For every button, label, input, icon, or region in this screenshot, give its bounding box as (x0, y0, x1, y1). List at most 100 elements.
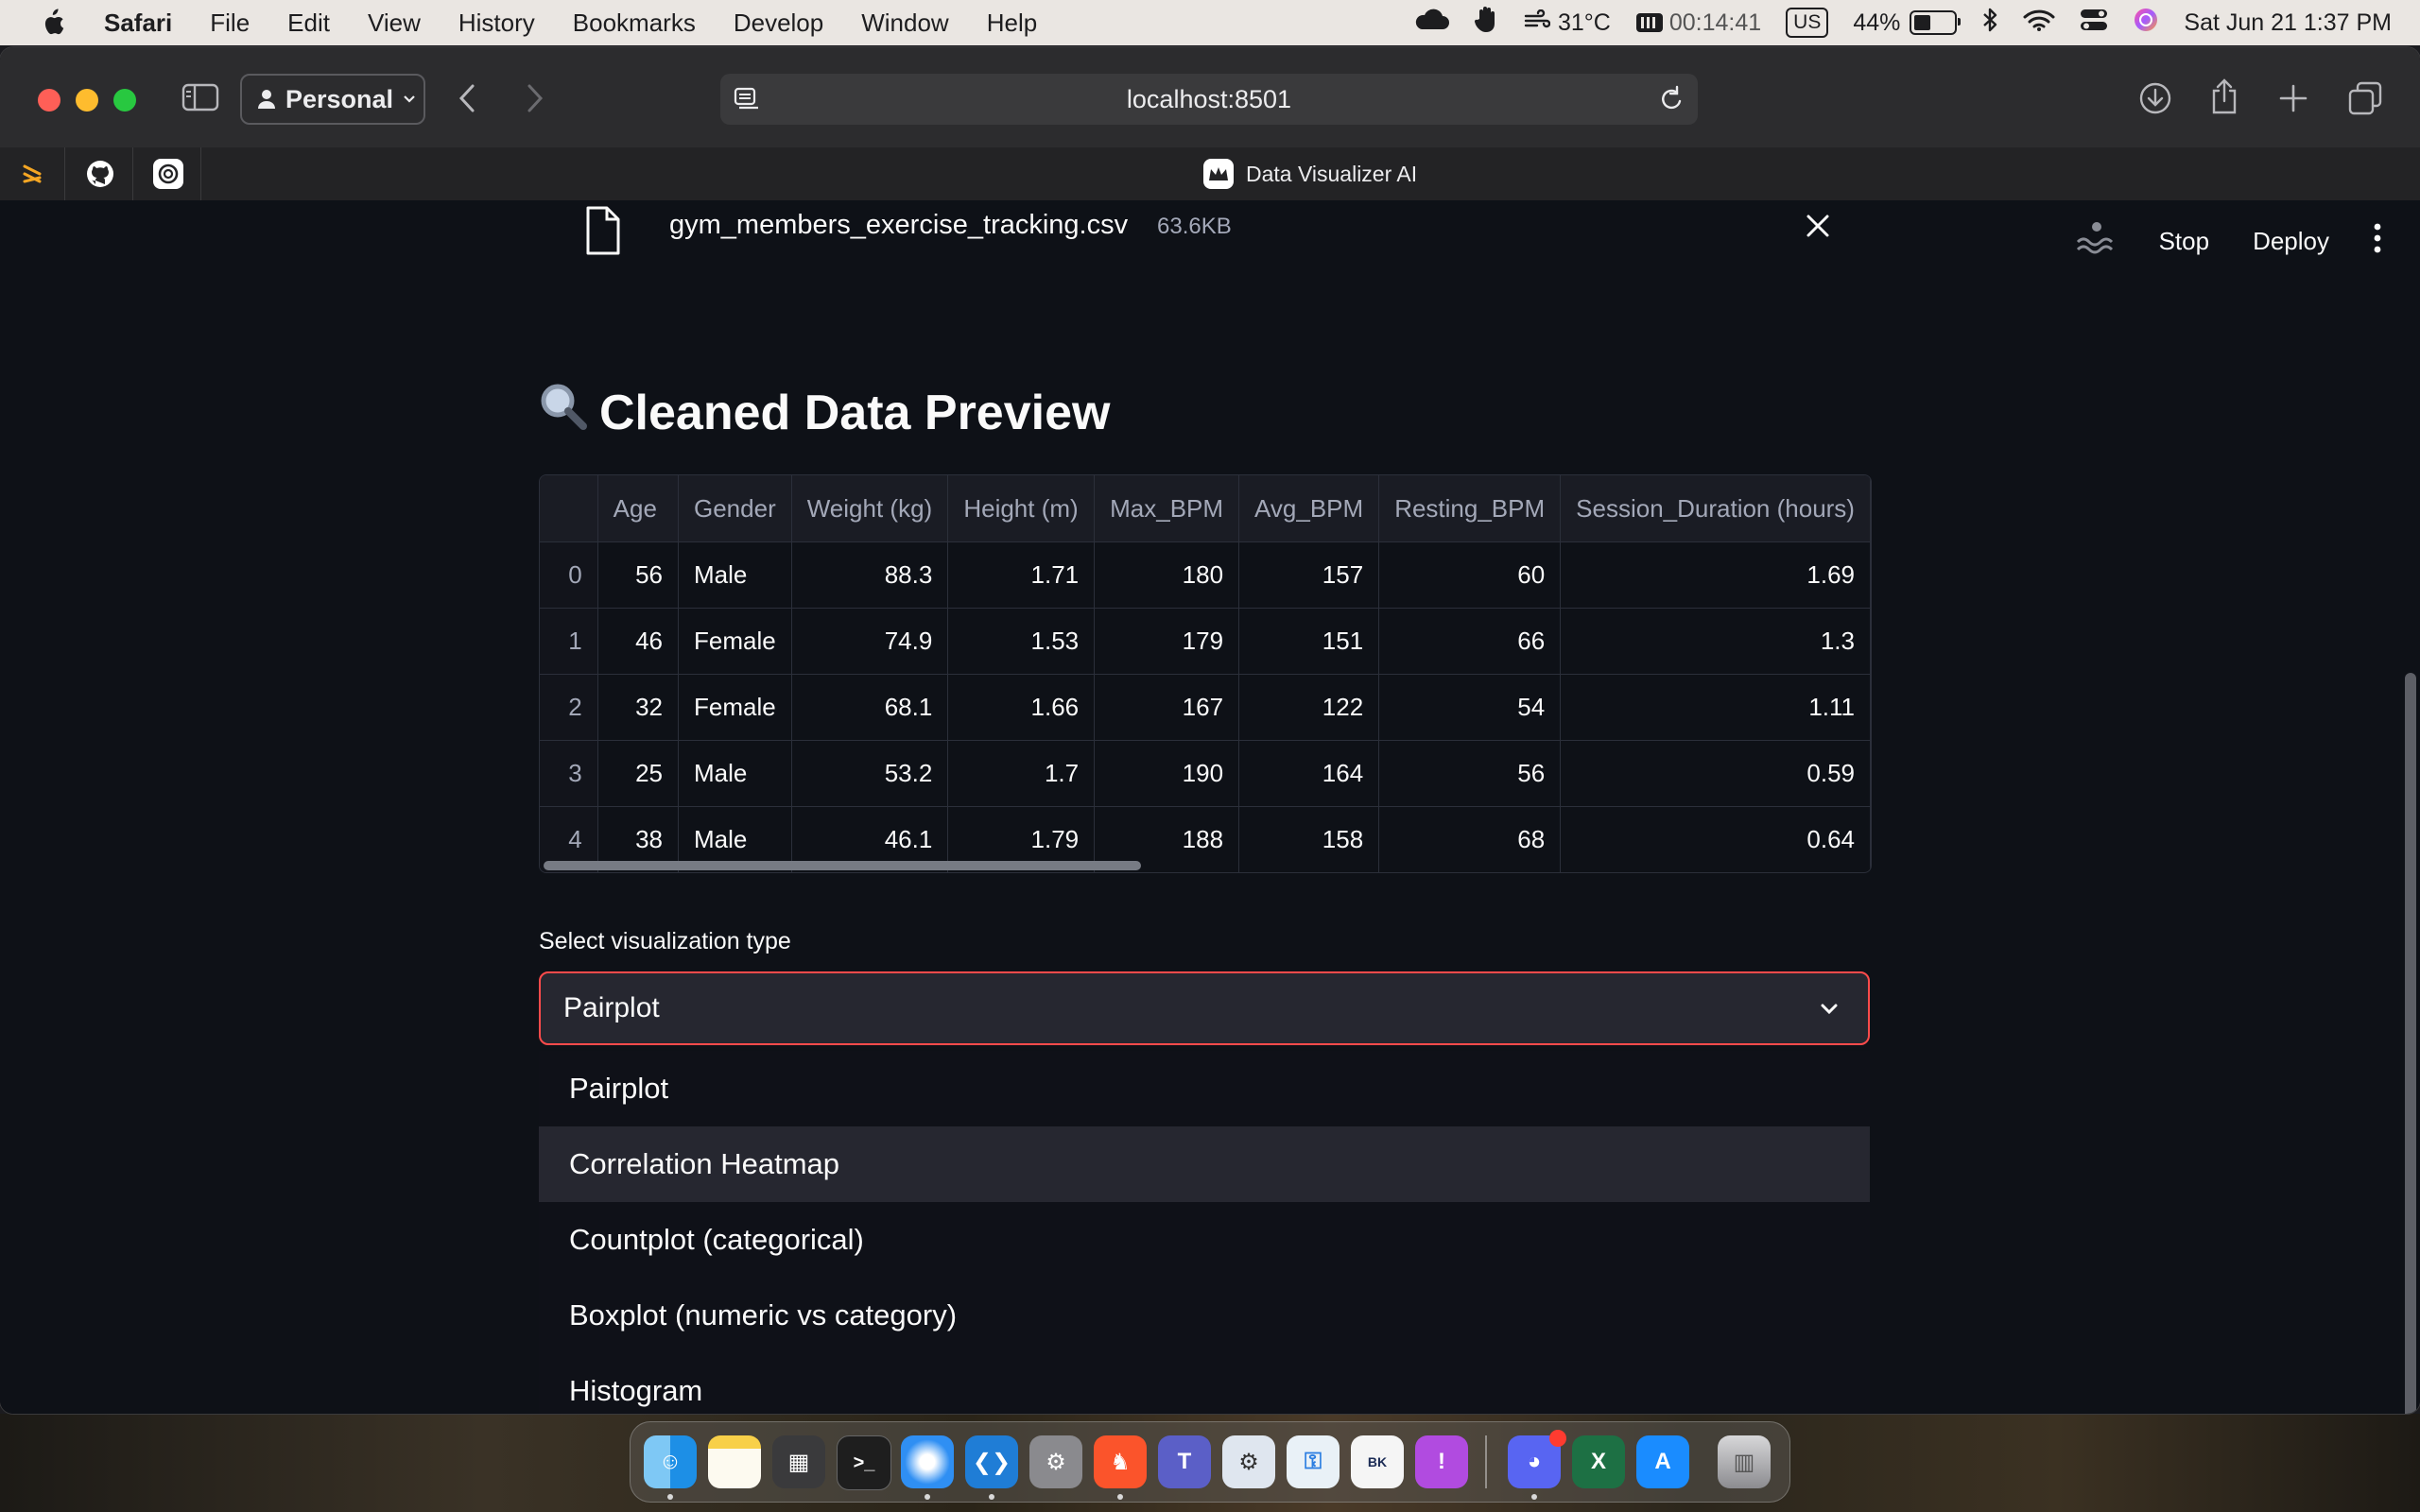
deploy-button[interactable]: Deploy (2253, 227, 2329, 256)
reload-icon[interactable] (1658, 85, 1685, 120)
menu-edit[interactable]: Edit (287, 9, 330, 38)
hand-icon[interactable] (1474, 6, 1499, 41)
table-cell[interactable]: 53.2 (791, 740, 949, 807)
table-cell[interactable]: 151 (1238, 608, 1380, 675)
brooklyn-icon[interactable]: BK (1351, 1435, 1404, 1488)
new-tab-icon[interactable] (2278, 83, 2308, 113)
menu-file[interactable]: File (210, 9, 250, 38)
table-cell[interactable]: 66 (1378, 608, 1562, 675)
option-correlation-heatmap[interactable]: Correlation Heatmap (539, 1126, 1870, 1202)
weather-wind-icon[interactable] (1524, 9, 1551, 37)
battery-icon[interactable] (1910, 10, 1962, 35)
table-cell[interactable]: Male (678, 740, 792, 807)
page-menu-icon[interactable] (734, 87, 760, 118)
app-store-icon[interactable]: A (1636, 1435, 1689, 1488)
option-histogram[interactable]: Histogram (539, 1353, 1870, 1414)
wifi-icon[interactable] (2023, 9, 2055, 38)
table-cell[interactable]: 1.71 (947, 541, 1096, 609)
column-header[interactable]: Gender (678, 475, 792, 542)
table-cell[interactable]: Female (678, 674, 792, 741)
back-icon[interactable] (458, 83, 476, 113)
table-cell[interactable]: 0.59 (1560, 740, 1871, 807)
table-cell[interactable]: 1.11 (1560, 674, 1871, 741)
table-cell[interactable]: 25 (597, 740, 680, 807)
calculator-icon[interactable]: ▦ (772, 1435, 825, 1488)
table-horizontal-scrollbar[interactable] (544, 861, 1141, 870)
trash-icon[interactable]: ▥ (1718, 1435, 1771, 1488)
table-cell[interactable]: 1.69 (1560, 541, 1871, 609)
menu-app-name[interactable]: Safari (104, 9, 172, 38)
table-cell[interactable]: 60 (1378, 541, 1562, 609)
table-cell[interactable]: 74.9 (791, 608, 949, 675)
table-cell[interactable]: 68.1 (791, 674, 949, 741)
menubar-clock[interactable]: Sat Jun 21 1:37 PM (2184, 9, 2392, 37)
brave-icon[interactable]: ♞ (1094, 1435, 1147, 1488)
table-cell[interactable]: 1.7 (947, 740, 1096, 807)
option-countplot[interactable]: Countplot (categorical) (539, 1202, 1870, 1278)
window-close-button[interactable] (38, 89, 60, 112)
table-cell[interactable]: 180 (1094, 541, 1240, 609)
stop-button[interactable]: Stop (2159, 227, 2210, 256)
data-table[interactable]: Age Gender Weight (kg) Height (m) Max_BP… (539, 474, 1872, 873)
teams-icon[interactable]: T (1158, 1435, 1211, 1488)
tab-overview-icon[interactable] (2348, 81, 2382, 115)
option-pairplot[interactable]: Pairplot (539, 1051, 1870, 1126)
column-header[interactable]: Session_Duration (hours) (1560, 475, 1871, 542)
option-boxplot[interactable]: Boxplot (numeric vs category) (539, 1278, 1870, 1353)
table-cell[interactable]: 1.66 (947, 674, 1096, 741)
table-cell[interactable]: 54 (1378, 674, 1562, 741)
table-cell[interactable]: 158 (1238, 806, 1380, 872)
table-cell[interactable]: 68 (1378, 806, 1562, 872)
menu-help[interactable]: Help (987, 9, 1037, 38)
system-settings-icon[interactable]: ⚙ (1029, 1435, 1082, 1488)
column-header[interactable]: Height (m) (947, 475, 1096, 542)
table-cell[interactable]: 122 (1238, 674, 1380, 741)
share-icon[interactable] (2210, 77, 2238, 115)
column-header[interactable]: Max_BPM (1094, 475, 1240, 542)
column-header[interactable] (540, 475, 598, 542)
feedback-icon[interactable]: ! (1415, 1435, 1468, 1488)
visualization-select[interactable]: Pairplot (539, 971, 1870, 1045)
window-zoom-button[interactable] (113, 89, 136, 112)
settings-gear-icon[interactable]: ⚙ (1222, 1435, 1275, 1488)
terminal-icon[interactable]: >_ (837, 1435, 891, 1490)
table-cell[interactable]: Male (678, 541, 792, 609)
active-tab[interactable]: Data Visualizer AI (1202, 147, 1417, 200)
table-cell[interactable]: Female (678, 608, 792, 675)
column-header[interactable]: Avg_BPM (1238, 475, 1380, 542)
column-header[interactable]: Age (597, 475, 680, 542)
page-vertical-scrollbar[interactable] (2405, 673, 2416, 1414)
timer-icon[interactable]: 00:14:41 (1635, 9, 1761, 37)
menu-history[interactable]: History (458, 9, 535, 38)
menu-bookmarks[interactable]: Bookmarks (573, 9, 696, 38)
profile-button[interactable]: Personal (240, 74, 425, 125)
sidebar-toggle-icon[interactable] (182, 83, 219, 112)
notes-icon[interactable] (708, 1435, 761, 1488)
menu-view[interactable]: View (368, 9, 421, 38)
apple-menu-icon[interactable] (38, 7, 66, 39)
table-cell[interactable]: 56 (1378, 740, 1562, 807)
table-cell[interactable]: 157 (1238, 541, 1380, 609)
menu-window[interactable]: Window (861, 9, 948, 38)
table-cell[interactable]: 179 (1094, 608, 1240, 675)
keyboard-input-source[interactable]: US (1786, 8, 1829, 38)
window-minimize-button[interactable] (76, 89, 98, 112)
menu-develop[interactable]: Develop (734, 9, 823, 38)
table-cell[interactable]: 88.3 (791, 541, 949, 609)
pinned-tab-openai[interactable] (136, 147, 201, 200)
excel-icon[interactable]: X (1572, 1435, 1625, 1488)
safari-icon[interactable]: ✦ (901, 1435, 954, 1488)
pinned-tab-streamlit[interactable] (0, 147, 65, 200)
siri-icon[interactable] (2133, 7, 2159, 40)
forward-icon[interactable] (526, 83, 544, 113)
pinned-tab-github[interactable] (68, 147, 133, 200)
table-cell[interactable]: 190 (1094, 740, 1240, 807)
table-cell[interactable]: 32 (597, 674, 680, 741)
vscode-icon[interactable]: ❮❯ (965, 1435, 1018, 1488)
bluetooth-icon[interactable] (1981, 7, 1998, 40)
remove-file-icon[interactable] (1806, 214, 1830, 243)
discord-icon[interactable]: ◕ (1508, 1430, 1566, 1488)
downloads-icon[interactable] (2138, 81, 2172, 115)
keychain-icon[interactable]: ⚿ (1287, 1435, 1340, 1488)
main-menu-icon[interactable] (2373, 223, 2382, 260)
